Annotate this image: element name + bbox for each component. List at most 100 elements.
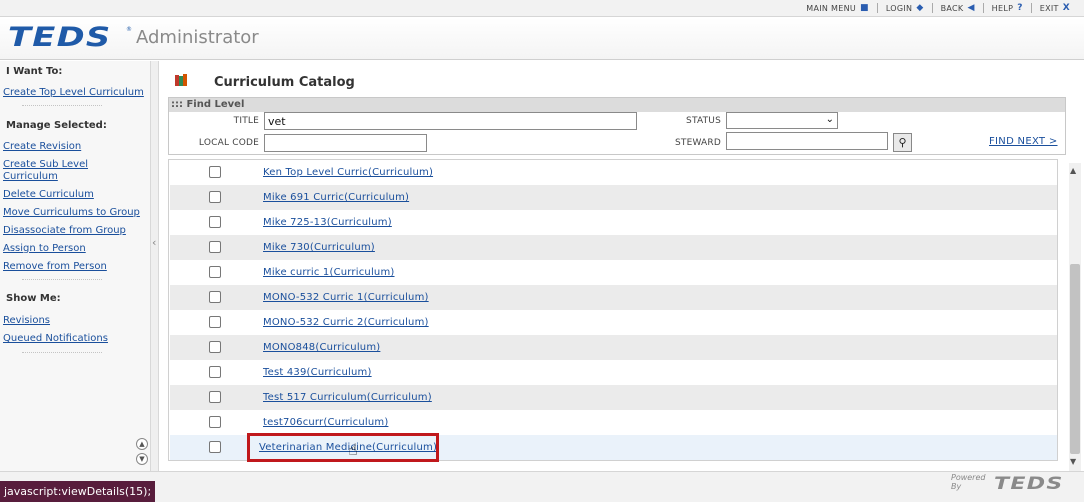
results-list: Ken Top Level Curric(Curriculum) Mike 69… [168, 159, 1058, 461]
footer [0, 471, 1084, 502]
registered-mark: ® [126, 26, 132, 33]
square-icon: ■ [860, 3, 869, 13]
assign-to-person-link[interactable]: Assign to Person [3, 243, 149, 255]
curriculum-link[interactable]: Mike curric 1(Curriculum) [263, 267, 395, 278]
footer-teds-logo: TEDS [994, 474, 1064, 494]
steward-input[interactable] [726, 132, 888, 150]
revisions-link[interactable]: Revisions [3, 315, 149, 327]
row-checkbox[interactable] [209, 341, 221, 353]
scroll-thumb[interactable] [1070, 264, 1080, 454]
row-checkbox[interactable] [209, 291, 221, 303]
local-code-input[interactable] [264, 134, 427, 152]
row-checkbox[interactable] [209, 441, 221, 453]
help-icon: ? [1017, 3, 1023, 13]
curriculum-link[interactable]: MONO-532 Curric 1(Curriculum) [263, 292, 429, 303]
row-checkbox[interactable] [209, 366, 221, 378]
exit-link[interactable]: EXIT X [1032, 3, 1078, 13]
list-item: Ken Top Level Curric(Curriculum) [170, 160, 1057, 185]
local-code-label: LOCAL CODE [198, 138, 259, 148]
manage-selected-heading: Manage Selected: [6, 120, 107, 131]
list-item: Mike 725-13(Curriculum) [170, 210, 1057, 235]
list-item: MONO-532 Curric 1(Curriculum) [170, 285, 1057, 310]
powered-by-label: Powered By [951, 473, 986, 491]
find-next-link[interactable]: FIND NEXT > [989, 136, 1058, 147]
row-checkbox[interactable] [209, 166, 221, 178]
curriculum-link[interactable]: test706curr(Curriculum) [263, 417, 388, 428]
status-select[interactable]: ⌄ [726, 112, 838, 129]
row-checkbox[interactable] [209, 241, 221, 253]
status-label: STATUS [686, 116, 721, 126]
i-want-to-heading: I Want To: [6, 66, 63, 77]
list-item: MONO-532 Curric 2(Curriculum) [170, 310, 1057, 335]
divider [22, 352, 102, 353]
list-item: Mike curric 1(Curriculum) [170, 260, 1057, 285]
find-level-header: ::: Find Level [169, 98, 1065, 112]
row-checkbox[interactable] [209, 266, 221, 278]
list-item: test706curr(Curriculum) [170, 410, 1057, 435]
exit-label: EXIT [1039, 3, 1059, 13]
divider [22, 105, 102, 106]
curriculum-link[interactable]: Mike 691 Curric(Curriculum) [263, 192, 409, 203]
curriculum-link[interactable]: Ken Top Level Curric(Curriculum) [263, 167, 433, 178]
top-nav: MAIN MENU ■ LOGIN ◆ BACK ◀ HELP ? EXIT X [798, 3, 1078, 13]
left-sidebar: I Want To: Create Top Level Curriculum M… [0, 61, 151, 471]
sidebar-scroll-down-icon[interactable]: ▼ [136, 453, 148, 465]
list-item: MONO848(Curriculum) [170, 335, 1057, 360]
chevron-down-icon: ⌄ [825, 114, 834, 125]
books-icon [175, 74, 187, 86]
back-link[interactable]: BACK ◀ [933, 3, 984, 13]
find-level-panel: ::: Find Level TITLE LOCAL CODE STATUS ⌄… [168, 97, 1066, 155]
scroll-down-icon[interactable]: ▼ [1070, 457, 1076, 466]
title-input[interactable] [264, 112, 637, 130]
sidebar-collapse-handle[interactable] [151, 61, 159, 471]
steward-label: STEWARD [674, 138, 721, 148]
scroll-up-icon[interactable]: ▲ [1070, 166, 1076, 175]
curriculum-link[interactable]: MONO848(Curriculum) [263, 342, 380, 353]
search-icon[interactable]: ⚲ [893, 133, 912, 152]
row-checkbox[interactable] [209, 216, 221, 228]
curriculum-link[interactable]: Test 517 Curriculum(Curriculum) [263, 392, 432, 403]
login-link[interactable]: LOGIN ◆ [878, 3, 933, 13]
help-label: HELP [991, 3, 1014, 13]
divider [22, 279, 102, 280]
main-menu-link[interactable]: MAIN MENU ■ [798, 3, 878, 13]
login-label: LOGIN [885, 3, 913, 13]
app-header: TEDS ® Administrator [0, 18, 1084, 60]
disassociate-from-group-link[interactable]: Disassociate from Group [3, 225, 149, 237]
status-bar-url: javascript:viewDetails(15); [0, 481, 156, 502]
curriculum-link[interactable]: Mike 725-13(Curriculum) [263, 217, 392, 228]
help-link[interactable]: HELP ? [984, 3, 1032, 13]
row-checkbox[interactable] [209, 416, 221, 428]
back-label: BACK [940, 3, 964, 13]
back-arrow-icon: ◀ [967, 3, 975, 13]
diamond-icon: ◆ [916, 3, 924, 13]
page-title: Curriculum Catalog [214, 75, 355, 90]
app-title: Administrator [136, 27, 259, 48]
remove-from-person-link[interactable]: Remove from Person [3, 261, 149, 273]
list-item: Mike 691 Curric(Curriculum) [170, 185, 1057, 210]
curriculum-link[interactable]: MONO-532 Curric 2(Curriculum) [263, 317, 429, 328]
teds-logo: TEDS [8, 22, 112, 53]
list-item: Test 439(Curriculum) [170, 360, 1057, 385]
title-label: TITLE [233, 116, 259, 126]
create-top-level-curriculum-link[interactable]: Create Top Level Curriculum [3, 87, 149, 99]
list-item: Veterinarian Medicine(Curriculum) [170, 435, 1057, 460]
delete-curriculum-link[interactable]: Delete Curriculum [3, 189, 149, 201]
hand-cursor-icon: ☝ [348, 440, 358, 459]
curriculum-link[interactable]: Test 439(Curriculum) [263, 367, 372, 378]
row-checkbox[interactable] [209, 191, 221, 203]
chevron-left-icon[interactable]: ‹ [152, 236, 156, 249]
sidebar-scroll-up-icon[interactable]: ▲ [136, 438, 148, 450]
create-sub-level-curriculum-link[interactable]: Create Sub Level Curriculum [3, 159, 103, 183]
list-item: Mike 730(Curriculum) [170, 235, 1057, 260]
list-item: Test 517 Curriculum(Curriculum) [170, 385, 1057, 410]
show-me-heading: Show Me: [6, 293, 61, 304]
create-revision-link[interactable]: Create Revision [3, 141, 149, 153]
main-menu-label: MAIN MENU [806, 3, 857, 13]
close-icon: X [1062, 3, 1070, 13]
queued-notifications-link[interactable]: Queued Notifications [3, 333, 149, 345]
row-checkbox[interactable] [209, 316, 221, 328]
row-checkbox[interactable] [209, 391, 221, 403]
move-curriculums-to-group-link[interactable]: Move Curriculums to Group [3, 207, 149, 219]
curriculum-link[interactable]: Mike 730(Curriculum) [263, 242, 375, 253]
